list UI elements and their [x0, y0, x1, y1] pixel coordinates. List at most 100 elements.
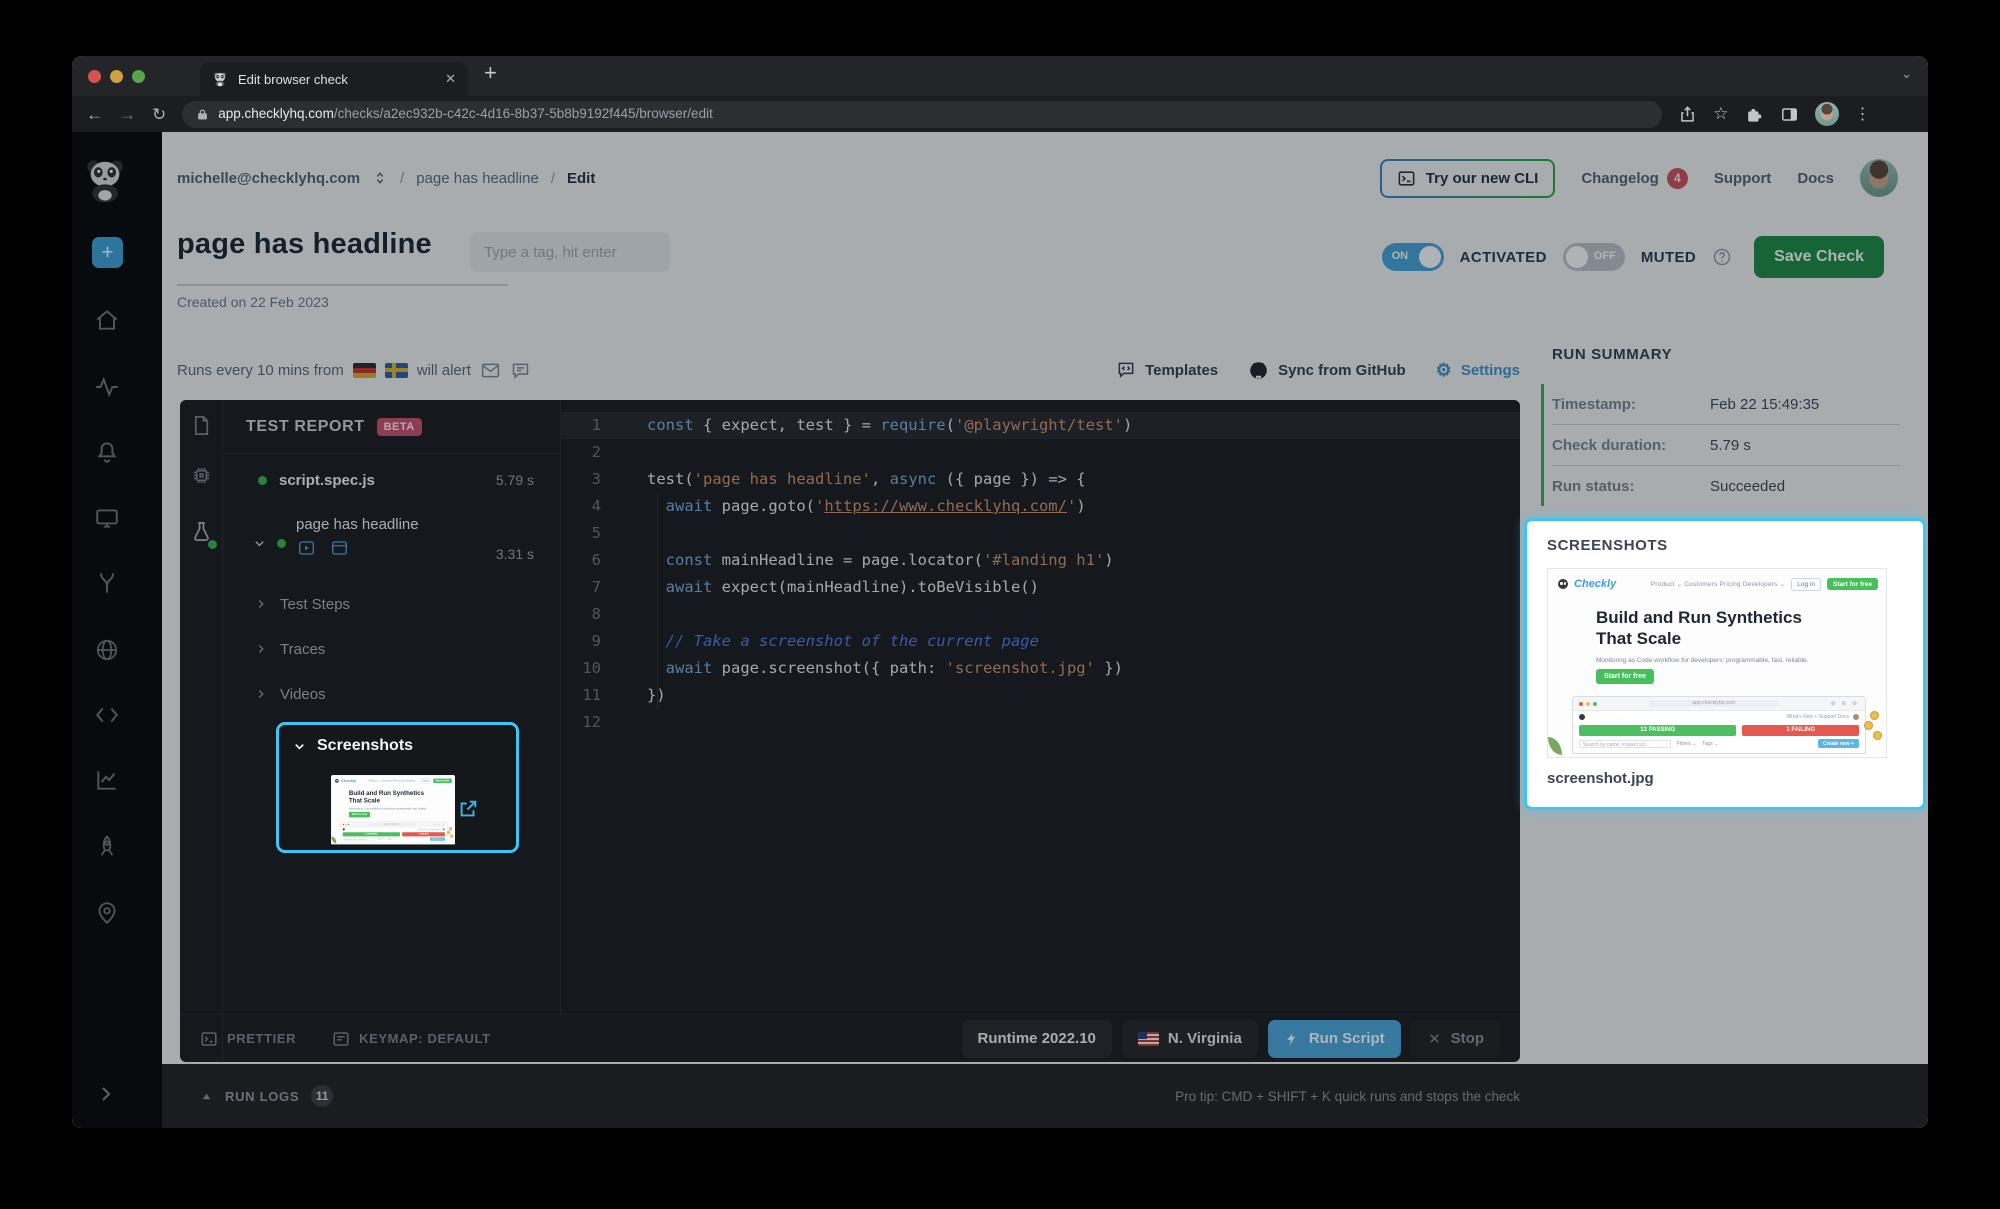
comment-alert-icon[interactable] [510, 360, 531, 381]
quickstart-rocket-icon[interactable] [94, 834, 120, 860]
support-link[interactable]: Support [1714, 170, 1772, 187]
tab-strip: Edit browser check ✕ + ⌄ [72, 56, 1928, 96]
code-line[interactable]: 4 await page.goto('https://www.checklyhq… [561, 493, 1520, 520]
breadcrumb-current-page: Edit [567, 170, 595, 187]
section-videos[interactable]: Videos [222, 677, 560, 711]
forward-button[interactable]: → [119, 106, 136, 123]
code-line[interactable]: 8 [561, 601, 1520, 628]
check-state-controls: ON ACTIVATED OFF MUTED Save Check [1382, 236, 1884, 278]
flask-active-dot [206, 538, 219, 551]
keymap-selector[interactable]: KEYMAP: DEFAULT [332, 1030, 491, 1048]
browser-menu-icon[interactable]: ⋮ [1855, 104, 1871, 124]
muted-help-icon[interactable] [1712, 247, 1732, 267]
code-line[interactable]: 7 await expect(mainHeadline).toBeVisible… [561, 574, 1520, 601]
close-window-button[interactable] [88, 70, 101, 83]
chevron-right-icon [254, 597, 268, 611]
file-icon[interactable] [190, 414, 213, 437]
code-line[interactable]: 6 const mainHeadline = page.locator('#la… [561, 547, 1520, 574]
code-line[interactable]: 5 [561, 520, 1520, 547]
email-alert-icon[interactable] [480, 360, 501, 381]
code-line[interactable]: 2 [561, 439, 1520, 466]
private-locations-globe-icon[interactable] [94, 637, 120, 663]
chip-icon[interactable] [190, 464, 213, 487]
page-title[interactable]: page has headline [177, 228, 432, 261]
code-editor[interactable]: 1const { expect, test } = require('@play… [560, 400, 1520, 1014]
save-check-button[interactable]: Save Check [1754, 236, 1884, 278]
section-test-steps[interactable]: Test Steps [222, 587, 560, 621]
tab-close-icon[interactable]: ✕ [445, 71, 456, 87]
video-play-icon[interactable] [296, 539, 317, 557]
screenshots-section[interactable]: Screenshots Checkly Product ⌄ Customers … [276, 722, 519, 853]
chevron-down-icon[interactable] [252, 536, 267, 551]
line-number: 11 [561, 682, 619, 709]
new-tab-button[interactable]: + [484, 60, 497, 86]
spec-file-row[interactable]: script.spec.js 5.79 s [222, 460, 560, 500]
settings-button[interactable]: ⚙ Settings [1436, 361, 1520, 379]
dashboards-monitor-icon[interactable] [94, 505, 120, 531]
browser-tab[interactable]: Edit browser check ✕ [200, 62, 468, 96]
bookmark-star-icon[interactable]: ☆ [1713, 104, 1728, 124]
activated-toggle[interactable]: ON [1382, 243, 1444, 271]
code-line[interactable]: 9 // Take a screenshot of the current pa… [561, 628, 1520, 655]
trace-window-icon[interactable] [329, 539, 350, 557]
region-selector[interactable]: N. Virginia [1122, 1020, 1258, 1058]
screenshot-filename: screenshot.jpg [1547, 770, 1903, 787]
account-switcher-icon[interactable] [372, 170, 388, 186]
code-line[interactable]: 12 [561, 709, 1520, 736]
zoom-window-button[interactable] [132, 70, 145, 83]
screenshot-thumbnail-large[interactable]: Checkly Product ⌄ Customers Pricing Deve… [1547, 568, 1887, 758]
share-icon[interactable] [1678, 105, 1697, 124]
sidebar-expand-chevron-icon[interactable] [94, 1082, 118, 1106]
code-line[interactable]: 3test('page has headline', async ({ page… [561, 466, 1520, 493]
runtime-selector[interactable]: Runtime 2022.10 [962, 1020, 1112, 1058]
breadcrumb-check-name[interactable]: page has headline [416, 170, 539, 187]
checkly-panda-logo[interactable] [82, 156, 128, 204]
side-panel-icon[interactable] [1780, 105, 1799, 124]
changelog-link[interactable]: Changelog 4 [1581, 168, 1688, 189]
tab-search-icon[interactable]: ⌄ [1901, 66, 1912, 82]
run-script-button[interactable]: Run Script [1268, 1020, 1401, 1058]
chevron-down-icon[interactable] [292, 739, 307, 754]
external-link-icon[interactable] [457, 798, 479, 820]
minimize-window-button[interactable] [110, 70, 123, 83]
line-number: 9 [561, 628, 619, 655]
test-case-name: page has headline [296, 516, 486, 533]
section-traces[interactable]: Traces [222, 632, 560, 666]
extensions-puzzle-icon[interactable] [1745, 105, 1764, 124]
muted-toggle[interactable]: OFF [1563, 243, 1625, 271]
checkly-app: + michelle@checklyhq.com / page has head… [72, 132, 1928, 1128]
home-icon[interactable] [94, 307, 120, 333]
docs-link[interactable]: Docs [1797, 170, 1834, 187]
code-line[interactable]: 11}) [561, 682, 1520, 709]
title-underline [177, 284, 508, 286]
breadcrumb-account[interactable]: michelle@checklyhq.com [177, 170, 360, 187]
test-case-row[interactable]: page has headline 3.31 s [222, 512, 560, 576]
thumb-mini-browser: app.checklyhq.com ⊕ ⊕ ⊕ What's New + Sup… [1572, 696, 1866, 754]
analytics-chart-icon[interactable] [94, 767, 120, 793]
activated-label: ACTIVATED [1460, 249, 1547, 266]
stop-button[interactable]: Stop [1411, 1020, 1500, 1058]
try-cli-button[interactable]: Try our new CLI [1380, 159, 1556, 198]
browser-profile-avatar[interactable] [1815, 102, 1839, 126]
prettier-toggle[interactable]: PRETTIER [200, 1030, 296, 1048]
create-check-button[interactable]: + [92, 237, 123, 268]
locations-pin-icon[interactable] [94, 900, 120, 926]
templates-button[interactable]: Templates [1116, 360, 1218, 380]
user-avatar[interactable] [1860, 159, 1898, 197]
indent-guide [657, 495, 658, 710]
activity-pulse-icon[interactable] [94, 374, 120, 400]
screenshot-thumbnail-small[interactable]: Checkly Product ⌄ Customers Pricing Deve… [331, 775, 455, 845]
sync-github-button[interactable]: Sync from GitHub [1248, 360, 1406, 381]
breadcrumb-separator: / [400, 170, 404, 187]
tag-input[interactable] [470, 232, 670, 272]
schedule-summary: Runs every 10 mins from will alert [177, 354, 531, 386]
code-line[interactable]: 10 await page.screenshot({ path: 'screen… [561, 655, 1520, 682]
maintenance-wishbone-icon[interactable] [94, 570, 120, 596]
alerts-bell-icon[interactable] [94, 439, 120, 465]
address-bar[interactable]: app.checklyhq.com/checks/a2ec932b-c42c-4… [182, 101, 1662, 128]
snippets-code-icon[interactable] [94, 702, 120, 728]
code-line[interactable]: 1const { expect, test } = require('@play… [561, 412, 1520, 439]
reload-button[interactable]: ↻ [152, 106, 166, 123]
back-button[interactable]: ← [86, 106, 103, 123]
run-logs-bar[interactable]: RUN LOGS 11 Pro tip: CMD + SHIFT + K qui… [162, 1064, 1928, 1128]
